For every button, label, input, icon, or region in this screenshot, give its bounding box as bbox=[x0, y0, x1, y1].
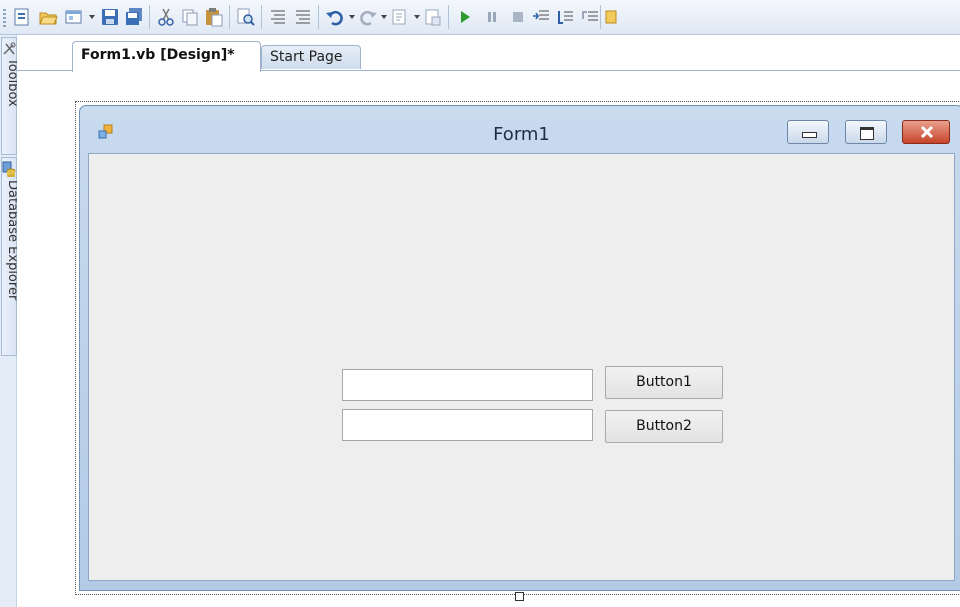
save-icon[interactable] bbox=[100, 7, 120, 27]
step-over-icon[interactable] bbox=[555, 7, 575, 27]
tab-start-page[interactable]: Start Page bbox=[261, 45, 361, 69]
toolbox-tab[interactable]: Toolbox bbox=[1, 37, 20, 155]
tab-form1-design[interactable]: Form1.vb [Design]* bbox=[72, 41, 261, 72]
form-titlebar[interactable]: Form1 bbox=[80, 106, 960, 153]
button2[interactable]: Button2 bbox=[605, 410, 723, 443]
comment-icon[interactable] bbox=[268, 7, 288, 27]
paste-icon[interactable] bbox=[204, 7, 224, 27]
designer-surface[interactable]: Form1 Button1 Button2 bbox=[17, 71, 960, 607]
minimize-icon bbox=[802, 132, 817, 138]
break-all-icon[interactable] bbox=[482, 7, 502, 27]
output-window-icon[interactable] bbox=[605, 7, 625, 27]
redo-dropdown-icon[interactable] bbox=[381, 15, 387, 19]
step-into-icon[interactable] bbox=[531, 7, 551, 27]
copy-icon[interactable] bbox=[180, 7, 200, 27]
step-out-icon[interactable] bbox=[580, 7, 600, 27]
database-explorer-icon bbox=[2, 161, 16, 178]
add-item-icon[interactable] bbox=[12, 7, 32, 27]
add-new-item-dropdown-icon[interactable] bbox=[89, 15, 95, 19]
toolbar-grip[interactable] bbox=[3, 9, 6, 27]
standard-toolbar bbox=[0, 0, 960, 35]
close-button[interactable] bbox=[902, 120, 950, 144]
minimize-button[interactable] bbox=[787, 120, 829, 144]
form1-window[interactable]: Form1 Button1 Button2 bbox=[79, 105, 960, 591]
left-dock-strip: Toolbox Database Explorer bbox=[0, 35, 20, 607]
undo-dropdown-icon[interactable] bbox=[349, 15, 355, 19]
maximize-button[interactable] bbox=[845, 120, 887, 144]
cut-icon[interactable] bbox=[156, 7, 176, 27]
toolbox-icon bbox=[2, 41, 16, 55]
textbox1[interactable] bbox=[342, 369, 593, 401]
save-all-icon[interactable] bbox=[124, 7, 144, 27]
button1[interactable]: Button1 bbox=[605, 366, 723, 399]
find-icon[interactable] bbox=[236, 7, 256, 27]
navigate-backward-icon[interactable] bbox=[390, 7, 410, 27]
add-new-item-icon[interactable] bbox=[64, 7, 84, 27]
open-file-icon[interactable] bbox=[38, 7, 58, 27]
stop-debugging-icon[interactable] bbox=[508, 7, 528, 27]
redo-icon[interactable] bbox=[358, 7, 378, 27]
undo-icon[interactable] bbox=[325, 7, 345, 27]
close-icon bbox=[920, 125, 934, 139]
uncomment-icon[interactable] bbox=[293, 7, 313, 27]
textbox2[interactable] bbox=[342, 409, 593, 441]
maximize-icon bbox=[860, 127, 874, 140]
database-explorer-tab[interactable]: Database Explorer bbox=[1, 157, 20, 356]
navigate-forward-icon[interactable] bbox=[423, 7, 443, 27]
form-resize-handle[interactable] bbox=[515, 592, 524, 601]
document-tab-strip: Form1.vb [Design]* Start Page bbox=[17, 35, 960, 72]
form-client-area[interactable]: Button1 Button2 bbox=[88, 153, 955, 581]
start-debugging-icon[interactable] bbox=[455, 7, 475, 27]
navigate-backward-dropdown-icon[interactable] bbox=[414, 15, 420, 19]
